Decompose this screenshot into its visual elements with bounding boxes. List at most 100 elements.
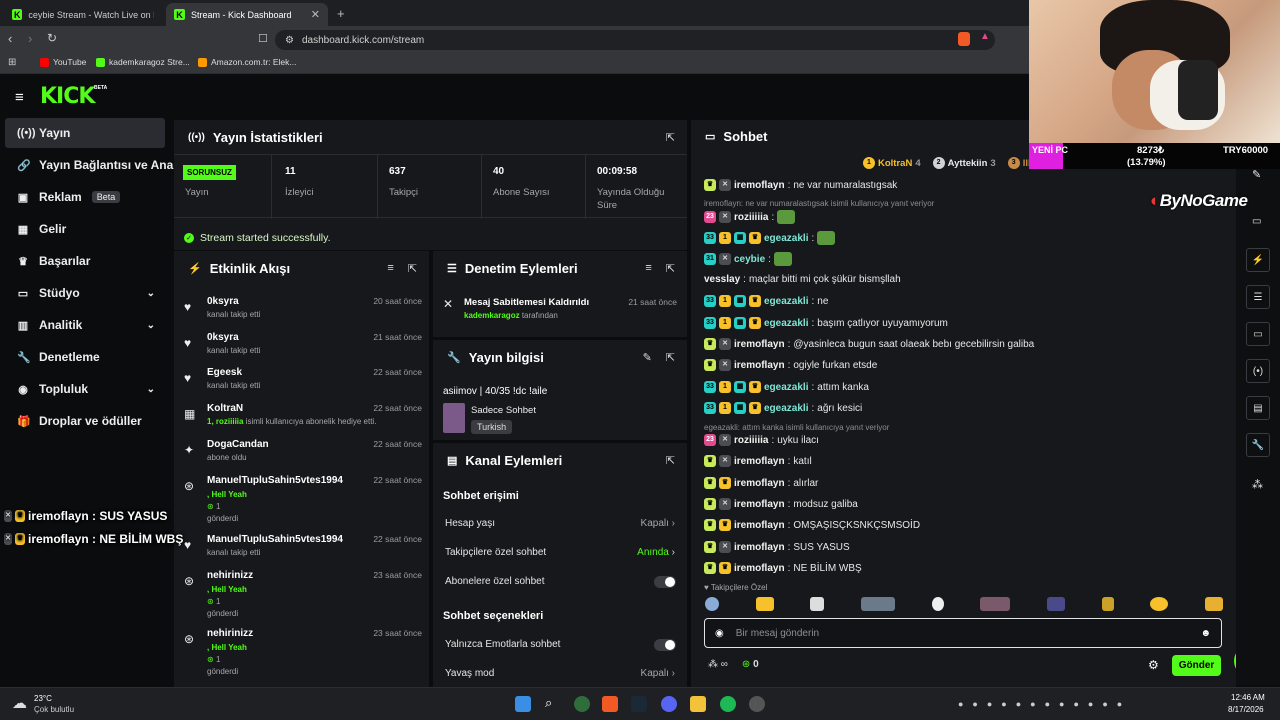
emote-icon[interactable] bbox=[755, 597, 774, 611]
windows-start-icon[interactable] bbox=[515, 696, 531, 712]
sidebar-item-reklam[interactable]: ▣ Reklam Beta bbox=[5, 182, 165, 212]
popout-icon[interactable]: ⇱ bbox=[408, 262, 417, 275]
broadcast-icon[interactable]: (•) bbox=[1246, 359, 1270, 383]
send-button[interactable]: Gönder bbox=[1172, 655, 1221, 676]
back-icon[interactable]: ‹ bbox=[8, 31, 12, 46]
folder-icon[interactable] bbox=[690, 696, 706, 712]
obs-icon[interactable] bbox=[749, 696, 765, 712]
emote-icon[interactable] bbox=[1150, 597, 1169, 611]
discord-icon[interactable] bbox=[661, 696, 677, 712]
sidebar-item-denetleme[interactable]: 🔧 Denetleme bbox=[5, 342, 165, 372]
chat-message[interactable]: 33 1 ▦ ♛ egeazakli: ne bbox=[704, 295, 828, 307]
chat-username[interactable]: ceybie bbox=[734, 254, 765, 265]
browser-tab-ceybie[interactable]: K ceybie Stream - Watch Live on Ki bbox=[4, 3, 162, 26]
bookmark-youtube[interactable]: YouTube bbox=[40, 57, 86, 67]
sidebar-item-yayin[interactable]: ((•)) Yayın bbox=[5, 118, 165, 148]
sidebar-item-droplar[interactable]: 🎁 Droplar ve ödüller bbox=[5, 406, 165, 436]
chat-message[interactable]: ♛ ✕ iremoflayn: ogiyle furkan etsde bbox=[704, 359, 877, 371]
chat-message[interactable]: 33 1 ▦ ♛ egeazakli: başım çatlıyor uyuyamıyor… bbox=[704, 317, 948, 329]
chat-username[interactable]: iremoflayn bbox=[734, 478, 785, 489]
emoji-icon[interactable]: ☻ bbox=[1200, 628, 1211, 639]
close-tab-icon[interactable]: ✕ bbox=[311, 8, 320, 21]
bookmark-amazon[interactable]: Amazon.com.tr: Elek... bbox=[198, 57, 297, 67]
sidebar-item-studyo[interactable]: ▭ Stüdyo ⌄ bbox=[5, 278, 165, 308]
language-tag[interactable]: Turkish bbox=[471, 420, 513, 434]
chat-username[interactable]: egeazakli bbox=[764, 382, 808, 393]
chat-username[interactable]: iremoflayn bbox=[734, 563, 785, 574]
spotify-icon[interactable] bbox=[720, 696, 736, 712]
emote-icon[interactable] bbox=[980, 597, 1011, 611]
sidebar-item-basarilar[interactable]: ♛ Başarılar bbox=[5, 246, 165, 276]
bookmark-kademkaragoz[interactable]: kademkaragoz Stre... bbox=[96, 57, 190, 67]
chat-username[interactable]: egeazakli bbox=[764, 318, 808, 329]
chat-message[interactable]: ♛ ✕ iremoflayn: katıl bbox=[704, 455, 812, 467]
sidebar-item-baglanti[interactable]: 🔗 Yayın Bağlantısı ve Anahtar bbox=[5, 150, 196, 180]
chat-message[interactable]: 33 1 ▦ ♛ egeazakli: attım kanka bbox=[704, 381, 869, 393]
emote-icon[interactable] bbox=[1046, 597, 1065, 611]
chat-message[interactable]: 31 ✕ ceybie: bbox=[704, 252, 795, 266]
app-icon[interactable] bbox=[574, 696, 590, 712]
new-tab-icon[interactable]: + bbox=[337, 6, 345, 21]
chat-username[interactable]: roziiiiia bbox=[734, 212, 768, 223]
chat-message[interactable]: ♛ ♛ iremoflayn: NE BİLİM WBŞ bbox=[704, 562, 862, 574]
chat-username[interactable]: iremoflayn bbox=[734, 360, 785, 371]
filter-icon[interactable]: ≡ bbox=[645, 262, 651, 275]
brave-icon[interactable] bbox=[602, 696, 618, 712]
weather-icon[interactable]: ☁ bbox=[12, 694, 27, 712]
emote-icon[interactable] bbox=[810, 597, 825, 611]
chat-message[interactable]: ♛ ♛ iremoflayn: alırlar bbox=[704, 477, 818, 489]
sidebar-item-analitik[interactable]: ▥ Analitik ⌄ bbox=[5, 310, 165, 340]
emote-icon[interactable] bbox=[1204, 597, 1223, 611]
browser-tab-dashboard[interactable]: K Stream - Kick Dashboard ✕ bbox=[166, 3, 328, 26]
chat-message[interactable]: vesslay: maçlar bitti mi çok şükür bismşl… bbox=[704, 274, 901, 285]
chat-message[interactable]: ♛ ✕ iremoflayn: @yasinleca bugun saat olaea… bbox=[704, 338, 1034, 350]
panel-icon[interactable]: ▭ bbox=[1252, 216, 1261, 227]
emote-icon[interactable] bbox=[705, 597, 719, 611]
setting-followers-only[interactable]: Takipçilere özel sohbet Anında › bbox=[445, 547, 675, 558]
reload-icon[interactable]: ↻ bbox=[47, 31, 57, 45]
chat-icon[interactable]: ▭ bbox=[1246, 322, 1270, 346]
tray-icons[interactable]: ●●●●●●●●●●●● bbox=[958, 699, 1131, 709]
chat-username[interactable]: egeazakli bbox=[764, 233, 808, 244]
chat-message[interactable]: ♛ ✕ iremoflayn: SUS YASUS bbox=[704, 541, 850, 553]
chat-message[interactable]: ♛ ✕ iremoflayn: modsuz galiba bbox=[704, 498, 858, 510]
chat-username[interactable]: roziiiiia bbox=[734, 435, 768, 446]
chat-message[interactable]: 23 ✕ roziiiiia: uyku ilacı bbox=[704, 434, 819, 446]
emote-icon[interactable] bbox=[931, 597, 944, 611]
search-icon[interactable]: ⌕ bbox=[545, 695, 552, 711]
bookmark-icon[interactable]: ☐ bbox=[258, 32, 268, 45]
emote-icon[interactable] bbox=[1101, 597, 1114, 611]
lightning-icon[interactable]: ⚡ bbox=[1246, 248, 1270, 272]
brave-shield-icon[interactable] bbox=[958, 32, 970, 46]
settings-icon[interactable]: ⚙ bbox=[1148, 658, 1159, 672]
url-field[interactable]: ⚙ dashboard.kick.com/stream bbox=[275, 30, 995, 50]
popout-icon[interactable]: ⇱ bbox=[666, 454, 675, 467]
edit-icon[interactable]: ✎ bbox=[643, 351, 652, 364]
chat-message[interactable]: 23 ✕ roziiiiia: bbox=[704, 210, 798, 224]
leaderboard-entry[interactable]: 1 KoltraN 4 bbox=[863, 157, 921, 169]
chat-username[interactable]: iremoflayn bbox=[734, 180, 785, 191]
chat-username[interactable]: iremoflayn bbox=[734, 520, 785, 531]
chat-username[interactable]: egeazakli bbox=[764, 296, 808, 307]
popout-icon[interactable]: ⇱ bbox=[666, 351, 675, 364]
popout-icon[interactable]: ⇱ bbox=[666, 131, 675, 144]
leaderboard-entry[interactable]: 2 Ayttekiin 3 bbox=[932, 157, 996, 169]
brave-rewards-icon[interactable]: ▲ bbox=[980, 31, 990, 42]
chat-message[interactable]: ♛ ✕ iremoflayn: ne var numaralastıgsak bbox=[704, 179, 897, 191]
wrench-icon[interactable]: 🔧 bbox=[1246, 433, 1270, 457]
popout-icon[interactable]: ⇱ bbox=[666, 262, 675, 275]
chat-username[interactable]: iremoflayn bbox=[734, 456, 785, 467]
chat-username[interactable]: iremoflayn bbox=[734, 339, 785, 350]
sidebar-item-topluluk[interactable]: ◉ Topluluk ⌄ bbox=[5, 374, 165, 404]
setting-account-age[interactable]: Hesap yaşı Kapalı › bbox=[445, 518, 675, 529]
chat-input[interactable]: ◉ Bir mesaj gönderin ☻ bbox=[704, 618, 1222, 648]
community-icon[interactable]: ⁂ bbox=[1252, 478, 1263, 491]
kick-logo[interactable]: KICK bbox=[40, 84, 95, 109]
emote-only-toggle[interactable] bbox=[654, 639, 676, 651]
chat-username[interactable]: iremoflayn bbox=[734, 542, 785, 553]
sidebar-item-gelir[interactable]: ▦ Gelir bbox=[5, 214, 165, 244]
subs-only-toggle[interactable] bbox=[654, 576, 676, 588]
chat-message[interactable]: ♛ ♛ iremoflayn: OMŞAŞISÇKSNKÇSMSOİD bbox=[704, 519, 920, 531]
apps-grid-icon[interactable]: ⊞ bbox=[8, 57, 16, 68]
forward-icon[interactable]: › bbox=[28, 31, 32, 46]
